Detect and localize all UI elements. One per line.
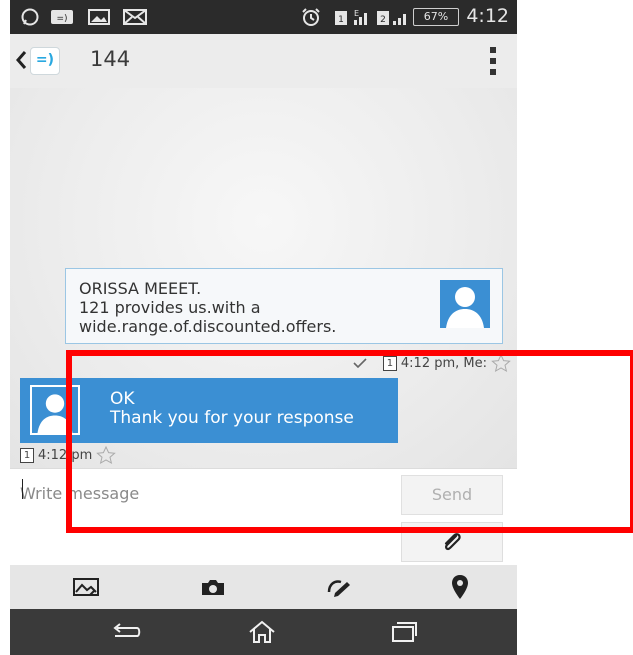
message-line: wide.range.of.discounted.offers. bbox=[79, 317, 337, 336]
whatsapp-icon bbox=[20, 7, 40, 27]
sim2-signal-icon: 2 bbox=[376, 7, 412, 27]
battery-indicator: 67% bbox=[413, 8, 459, 26]
svg-text:2: 2 bbox=[380, 15, 386, 25]
sim1-signal-icon: 1E bbox=[334, 7, 374, 27]
status-bar: =) 1E 2 67% 4:12 bbox=[10, 0, 517, 34]
media-bar bbox=[10, 565, 517, 609]
gallery-icon[interactable] bbox=[66, 573, 106, 601]
sim-badge: 1 bbox=[20, 447, 34, 463]
recents-icon[interactable] bbox=[380, 616, 428, 648]
message-line: ORISSA MEEET. bbox=[79, 279, 202, 298]
alarm-icon bbox=[300, 7, 322, 27]
conversation-title: 144 bbox=[90, 47, 131, 71]
sim1-label: 1 bbox=[338, 15, 344, 25]
message-line: 121 provides us.with a bbox=[79, 298, 261, 317]
svg-text:=): =) bbox=[56, 14, 67, 24]
image-notification-icon bbox=[88, 7, 110, 27]
location-pin-icon[interactable] bbox=[440, 573, 480, 601]
message-text: ORISSA MEEET. 121 provides us.with a wid… bbox=[79, 279, 419, 336]
sketch-icon[interactable] bbox=[319, 573, 359, 601]
text-cursor bbox=[22, 479, 23, 499]
paperclip-icon bbox=[444, 533, 461, 551]
person-icon bbox=[446, 287, 484, 328]
highlight-box bbox=[66, 350, 633, 533]
overflow-menu-icon[interactable] bbox=[487, 47, 499, 75]
back-icon[interactable] bbox=[102, 616, 150, 648]
phone-screen: =) 1E 2 67% 4:12 =) 144 ORISSA MEEET. 12… bbox=[10, 0, 517, 655]
home-icon[interactable] bbox=[238, 616, 286, 648]
app-logo[interactable]: =) bbox=[30, 47, 60, 75]
mail-icon bbox=[123, 7, 147, 27]
action-bar: =) 144 bbox=[10, 34, 517, 88]
chevron-left-icon[interactable] bbox=[14, 49, 28, 75]
clock: 4:12 bbox=[466, 5, 509, 27]
contact-avatar[interactable] bbox=[440, 280, 490, 328]
navigation-bar bbox=[10, 609, 517, 655]
camera-icon[interactable] bbox=[193, 573, 233, 601]
messaging-icon: =) bbox=[50, 7, 74, 27]
svg-text:E: E bbox=[354, 9, 359, 18]
incoming-message[interactable]: ORISSA MEEET. 121 provides us.with a wid… bbox=[65, 268, 503, 344]
